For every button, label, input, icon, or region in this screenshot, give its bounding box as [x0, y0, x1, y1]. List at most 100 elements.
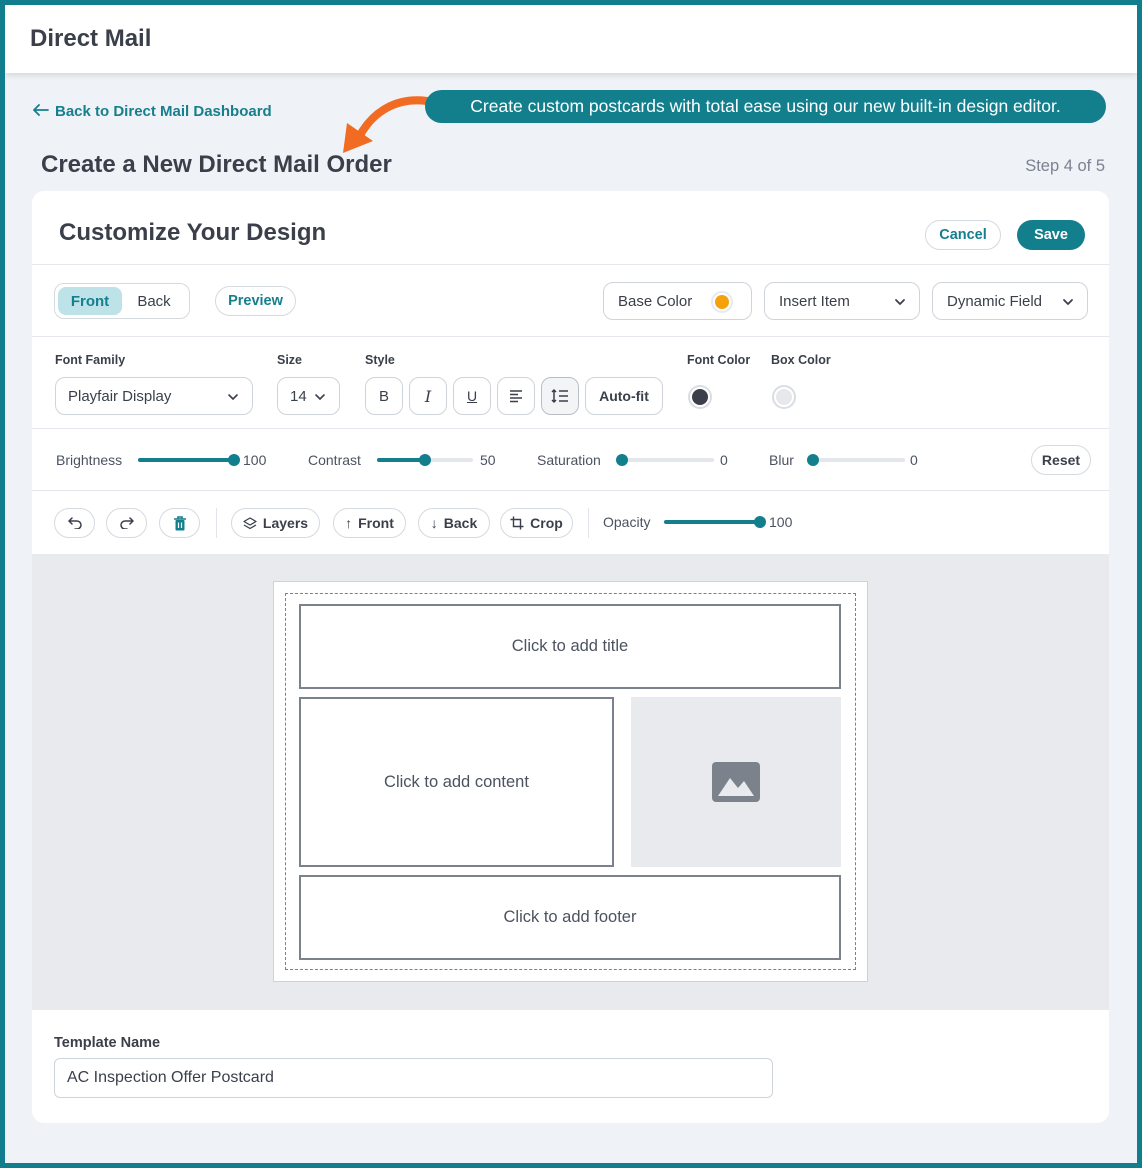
- arrow-down-icon: ↓: [430, 515, 438, 531]
- brightness-handle[interactable]: [228, 454, 240, 466]
- bring-front-label: Front: [358, 515, 394, 531]
- back-link-label: Back to Direct Mail Dashboard: [55, 103, 272, 120]
- font-color-swatch[interactable]: [688, 385, 712, 409]
- bold-icon: B: [378, 387, 389, 405]
- crop-label: Crop: [530, 515, 563, 531]
- toolbar-divider: [216, 508, 217, 538]
- bring-front-button[interactable]: ↑ Front: [333, 508, 406, 538]
- side-front-tab[interactable]: Front: [58, 287, 122, 315]
- redo-icon: [119, 517, 134, 529]
- font-family-select[interactable]: Playfair Display: [55, 377, 253, 415]
- contrast-value: 50: [480, 452, 496, 468]
- saturation-slider[interactable]: [616, 454, 714, 466]
- opacity-label: Opacity: [603, 514, 651, 530]
- side-toggle: Front Back: [54, 283, 190, 319]
- box-color-label: Box Color: [771, 353, 831, 367]
- footer-block[interactable]: Click to add footer: [299, 875, 841, 960]
- font-family-label: Font Family: [55, 353, 126, 367]
- page-title: Create a New Direct Mail Order: [41, 151, 392, 178]
- crop-button[interactable]: Crop: [500, 508, 573, 538]
- line-height-icon: [551, 388, 568, 404]
- image-icon: [712, 762, 760, 802]
- save-button[interactable]: Save: [1017, 220, 1085, 250]
- insert-item-label: Insert Item: [779, 292, 850, 310]
- redo-button[interactable]: [106, 508, 147, 538]
- align-left-button[interactable]: [497, 377, 535, 415]
- app-title: Direct Mail: [30, 25, 152, 52]
- bold-button[interactable]: B: [365, 377, 403, 415]
- opacity-slider[interactable]: [664, 516, 766, 528]
- chevron-down-icon: [315, 394, 325, 401]
- box-color-swatch[interactable]: [772, 385, 796, 409]
- align-left-icon: [510, 390, 522, 403]
- send-back-button[interactable]: ↓ Back: [418, 508, 490, 538]
- layers-label: Layers: [262, 515, 309, 531]
- opacity-value: 100: [769, 514, 793, 530]
- template-name-input[interactable]: AC Inspection Offer Postcard: [54, 1058, 773, 1098]
- font-family-value: Playfair Display: [68, 387, 172, 405]
- feature-callout: Create custom postcards with total ease …: [425, 90, 1106, 123]
- contrast-fill: [377, 458, 425, 462]
- contrast-slider[interactable]: [377, 454, 473, 466]
- saturation-value: 0: [720, 452, 728, 468]
- design-canvas: Click to add title Click to add content …: [32, 554, 1109, 1010]
- blur-slider[interactable]: [807, 454, 905, 466]
- saturation-label: Saturation: [537, 452, 601, 468]
- chevron-down-icon: [1063, 299, 1073, 306]
- arrow-up-icon: ↑: [345, 515, 353, 531]
- opacity-handle[interactable]: [754, 516, 766, 528]
- base-color-picker[interactable]: Base Color: [603, 282, 752, 320]
- font-size-value: 14: [290, 387, 307, 405]
- layers-button[interactable]: Layers: [231, 508, 320, 538]
- step-indicator: Step 4 of 5: [1025, 157, 1105, 175]
- title-block[interactable]: Click to add title: [299, 604, 841, 689]
- blur-label: Blur: [769, 452, 794, 468]
- brightness-label: Brightness: [56, 452, 123, 468]
- size-label: Size: [277, 353, 303, 367]
- side-back-tab[interactable]: Back: [122, 287, 186, 315]
- style-label: Style: [365, 353, 395, 367]
- undo-button[interactable]: [54, 508, 95, 538]
- dynamic-field-label: Dynamic Field: [947, 292, 1043, 310]
- chevron-down-icon: [228, 394, 238, 401]
- image-block[interactable]: [631, 697, 841, 867]
- italic-icon: I: [424, 386, 432, 406]
- saturation-handle[interactable]: [616, 454, 628, 466]
- line-height-button[interactable]: [541, 377, 579, 415]
- app-frame: Direct Mail Back to Direct Mail Dashboar…: [0, 0, 1142, 1168]
- base-color-label: Base Color: [618, 292, 693, 310]
- dynamic-field-dropdown[interactable]: Dynamic Field: [932, 282, 1088, 320]
- contrast-handle[interactable]: [419, 454, 431, 466]
- toolbar-divider: [588, 508, 589, 538]
- blur-handle[interactable]: [807, 454, 819, 466]
- cancel-button[interactable]: Cancel: [925, 220, 1001, 250]
- contrast-label: Contrast: [308, 452, 361, 468]
- brightness-fill: [138, 458, 234, 462]
- brightness-value: 100: [243, 452, 267, 468]
- card-title: Customize Your Design: [59, 219, 327, 246]
- brightness-slider[interactable]: [138, 454, 240, 466]
- opacity-fill: [664, 520, 760, 524]
- postcard-preview: Click to add title Click to add content …: [273, 581, 868, 982]
- delete-button[interactable]: [159, 508, 200, 538]
- design-toolbar-top: Front Back Preview Base Color Insert Ite…: [32, 265, 1109, 337]
- underline-button[interactable]: U: [453, 377, 491, 415]
- font-color-label: Font Color: [687, 353, 751, 367]
- preview-button[interactable]: Preview: [215, 286, 296, 316]
- image-adjustments: Brightness 100 Contrast 50 Saturation 0 …: [32, 429, 1109, 491]
- font-size-select[interactable]: 14: [277, 377, 340, 415]
- auto-fit-button[interactable]: Auto-fit: [585, 377, 663, 415]
- blur-value: 0: [910, 452, 918, 468]
- content-block[interactable]: Click to add content: [299, 697, 614, 867]
- insert-item-dropdown[interactable]: Insert Item: [764, 282, 920, 320]
- layers-icon: [243, 516, 257, 529]
- reset-button[interactable]: Reset: [1031, 445, 1091, 475]
- base-color-swatch: [711, 291, 733, 313]
- underline-icon: U: [466, 388, 478, 404]
- back-to-dashboard-link[interactable]: Back to Direct Mail Dashboard: [33, 103, 272, 120]
- text-controls: Font Family Playfair Display Size 14 Sty…: [32, 337, 1109, 429]
- undo-icon: [67, 517, 82, 529]
- chevron-down-icon: [895, 299, 905, 306]
- send-back-label: Back: [443, 515, 478, 531]
- italic-button[interactable]: I: [409, 377, 447, 415]
